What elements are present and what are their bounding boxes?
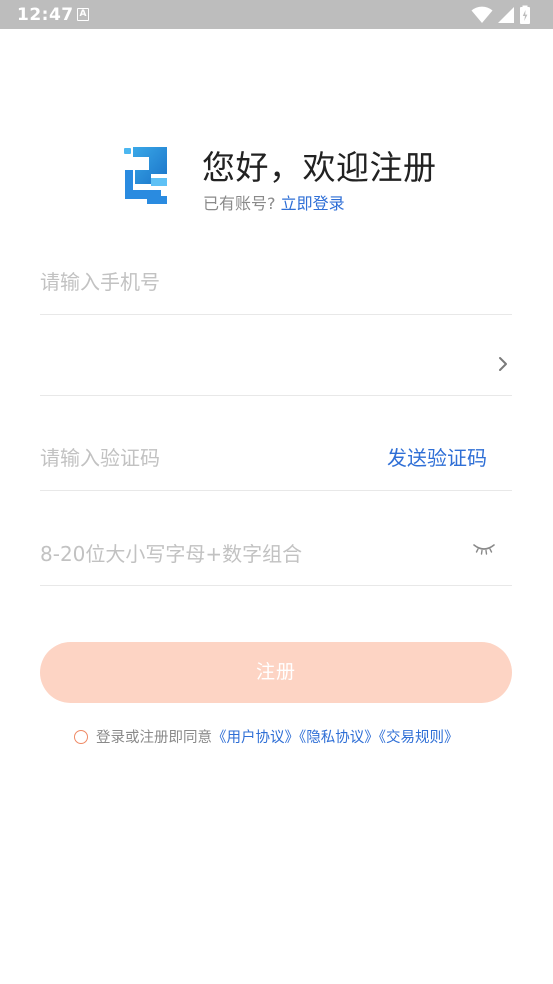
password-input[interactable]: 8-20位大小写字母+数字组合: [40, 538, 302, 567]
subtitle-prefix: 已有账号?: [203, 194, 276, 213]
user-agreement-link[interactable]: 《用户协议》: [212, 730, 299, 746]
privacy-agreement-link[interactable]: 《隐私协议》: [299, 730, 379, 746]
eye-closed-icon[interactable]: [473, 543, 495, 555]
password-field[interactable]: 8-20位大小写字母+数字组合: [40, 491, 512, 586]
page-title: 您好，欢迎注册: [202, 148, 437, 187]
status-icons: [471, 5, 541, 25]
phone-field[interactable]: 请输入手机号: [40, 245, 512, 315]
send-code-button[interactable]: 发送验证码: [387, 442, 487, 471]
agreement-text: 登录或注册即同意《用户协议》《隐私协议》《交易规则》: [96, 726, 459, 747]
agree-checkbox[interactable]: [74, 730, 88, 744]
agreement-prefix: 登录或注册即同意: [96, 730, 212, 746]
phone-input[interactable]: 请输入手机号: [40, 266, 160, 295]
status-time: 12:47: [17, 5, 74, 25]
subtitle: 已有账号? 立即登录: [203, 190, 345, 214]
chevron-right-icon: [499, 357, 507, 371]
signal-icon: [498, 7, 514, 23]
code-input[interactable]: 请输入验证码: [40, 442, 160, 471]
battery-icon: [520, 5, 530, 24]
login-link[interactable]: 立即登录: [281, 194, 345, 213]
wifi-icon: [471, 6, 493, 23]
status-bar: 12:47 A: [0, 0, 553, 29]
notification-a-icon: A: [77, 8, 89, 21]
register-button[interactable]: 注册: [40, 642, 512, 703]
code-field[interactable]: 请输入验证码 发送验证码: [40, 396, 512, 491]
region-selector[interactable]: [40, 315, 512, 396]
trading-rules-link[interactable]: 《交易规则》: [379, 730, 459, 746]
app-logo: [124, 147, 167, 204]
